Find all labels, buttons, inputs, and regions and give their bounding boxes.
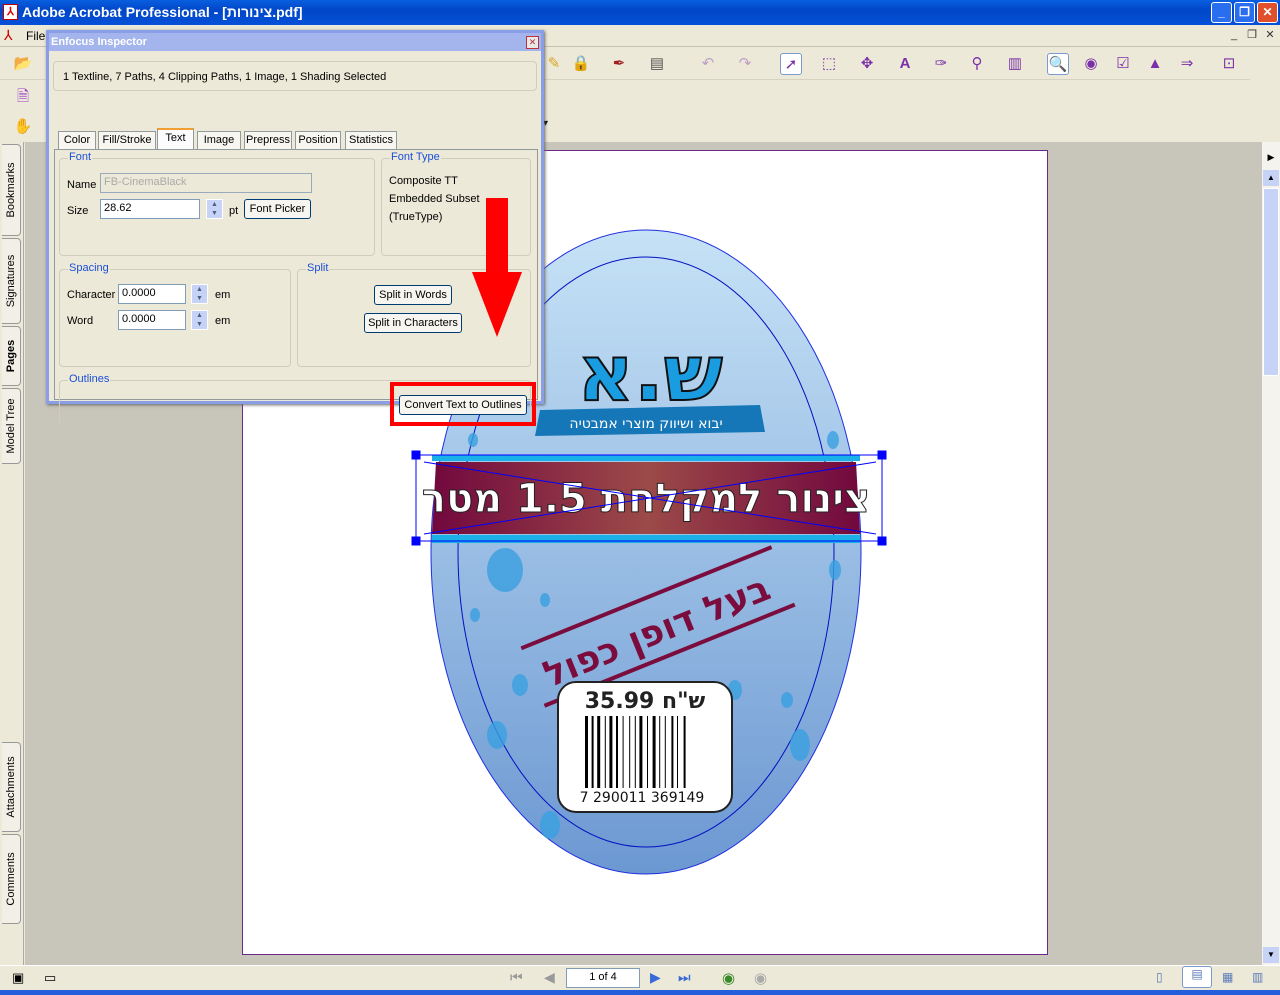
inspector-close-button[interactable]: ✕: [526, 36, 539, 49]
single-page-icon[interactable]: ▯: [1156, 970, 1163, 984]
character-spacing-label: Character: [67, 289, 116, 301]
barcode-bar: [659, 716, 661, 788]
character-spacing-input[interactable]: 0.0000: [118, 284, 186, 304]
status-bar: ▣ ▭ ⏮ ◀ 1 of 4 ▶ ⏭ ◉ ◉ ▯ ▤ ▦ ▥: [0, 965, 1280, 990]
barcode-bar: [622, 716, 624, 788]
font-type-label: Font Type: [390, 151, 441, 163]
inspector-title: Enfocus Inspector: [49, 33, 541, 51]
barcode-bar: [597, 716, 601, 788]
barcode-bar: [652, 716, 656, 788]
barcode-bar: [616, 716, 618, 788]
barcode-bar: [629, 716, 631, 788]
tab-color[interactable]: Color: [58, 131, 96, 149]
font-name-label: Name: [67, 179, 97, 191]
spacing-label: Spacing: [68, 262, 110, 274]
vertical-scrollbar[interactable]: ▶ ▲ ▼: [1262, 142, 1280, 965]
scroll-next-icon[interactable]: ▶: [1263, 152, 1279, 168]
font-picker-button[interactable]: Font Picker: [244, 199, 311, 219]
continuous-icon[interactable]: ▤: [1182, 966, 1212, 988]
font-size-unit: pt: [229, 205, 239, 217]
split-label: Split: [306, 262, 330, 274]
barcode-bar: [639, 716, 643, 788]
tagline: יבוא ושיווק מוצרי אמבטיה: [569, 416, 722, 432]
prev-page-button[interactable]: ◀: [544, 969, 555, 986]
barcode-bar: [604, 716, 606, 788]
font-size-label: Size: [67, 205, 89, 217]
spacing-group: Spacing Character 0.0000 ▲ ▼ em Word 0.00…: [59, 262, 291, 367]
font-size-stepper[interactable]: ▲ ▼: [206, 199, 223, 219]
tab-statistics[interactable]: Statistics: [345, 131, 397, 149]
font-type-line3: (TrueType): [389, 211, 443, 223]
barcode-number: 7 290011 369149: [580, 790, 705, 806]
barcode-bar: [664, 716, 666, 788]
monitor-icon[interactable]: ▣: [12, 970, 24, 986]
tab-prepress[interactable]: Prepress: [244, 131, 292, 149]
barcode-bar: [677, 716, 678, 788]
back-view-button[interactable]: ◉: [722, 969, 735, 987]
page-number-field[interactable]: 1 of 4: [566, 968, 640, 988]
word-spacing-stepper[interactable]: ▲ ▼: [191, 310, 208, 330]
page-info-icon[interactable]: ▭: [44, 970, 56, 986]
svg-text:ש.א: ש.א: [577, 329, 723, 419]
barcode-bar: [671, 716, 674, 788]
red-arrow-annotation: [472, 198, 522, 337]
scroll-down-button[interactable]: ▼: [1263, 947, 1279, 963]
next-page-button[interactable]: ▶: [650, 969, 661, 986]
font-type-line2: Embedded Subset: [389, 193, 480, 205]
word-spacing-unit: em: [215, 315, 231, 327]
font-group: Font Name FB-CinemaBlack Size 28.62 ▲ ▼ p…: [59, 151, 375, 256]
barcode-bar: [683, 716, 686, 788]
character-spacing-stepper[interactable]: ▲ ▼: [191, 284, 208, 304]
barcode-bar: [634, 716, 636, 788]
price: 35.99 ש"ח: [585, 689, 706, 714]
font-name-field[interactable]: FB-CinemaBlack: [100, 173, 312, 193]
outlines-label: Outlines: [68, 373, 111, 385]
tab-fill-stroke[interactable]: Fill/Stroke: [98, 131, 156, 149]
barcode-bar: [585, 716, 588, 788]
tab-text[interactable]: Text: [157, 128, 194, 150]
barcode-bar: [609, 716, 613, 788]
taskbar: [0, 990, 1280, 995]
word-spacing-label: Word: [67, 315, 94, 327]
split-in-characters-button[interactable]: Split in Characters: [364, 313, 462, 333]
tab-image[interactable]: Image: [197, 131, 241, 149]
tab-position[interactable]: Position: [295, 131, 341, 149]
character-spacing-unit: em: [215, 289, 231, 301]
scroll-thumb[interactable]: [1263, 188, 1279, 376]
text-tab-panel: Font Name FB-CinemaBlack Size 28.62 ▲ ▼ p…: [54, 149, 538, 427]
scroll-up-button[interactable]: ▲: [1263, 170, 1279, 186]
last-page-button[interactable]: ⏭: [678, 969, 691, 986]
font-type-line1: Composite TT: [389, 175, 458, 187]
selection-summary: 1 Textline, 7 Paths, 4 Clipping Paths, 1…: [63, 71, 387, 83]
barcode-bar: [647, 716, 648, 788]
facing-icon[interactable]: ▦: [1222, 970, 1233, 984]
word-spacing-input[interactable]: 0.0000: [118, 310, 186, 330]
barcode-bar: [591, 716, 594, 788]
split-in-words-button[interactable]: Split in Words: [374, 285, 452, 305]
convert-text-to-outlines-button[interactable]: Convert Text to Outlines: [399, 395, 527, 415]
first-page-button[interactable]: ⏮: [510, 969, 523, 986]
forward-view-button[interactable]: ◉: [754, 969, 767, 987]
selection-summary-box: 1 Textline, 7 Paths, 4 Clipping Paths, 1…: [53, 61, 537, 91]
font-size-input[interactable]: 28.62: [100, 199, 200, 219]
font-group-label: Font: [68, 151, 93, 163]
continuous-facing-icon[interactable]: ▥: [1252, 970, 1263, 984]
